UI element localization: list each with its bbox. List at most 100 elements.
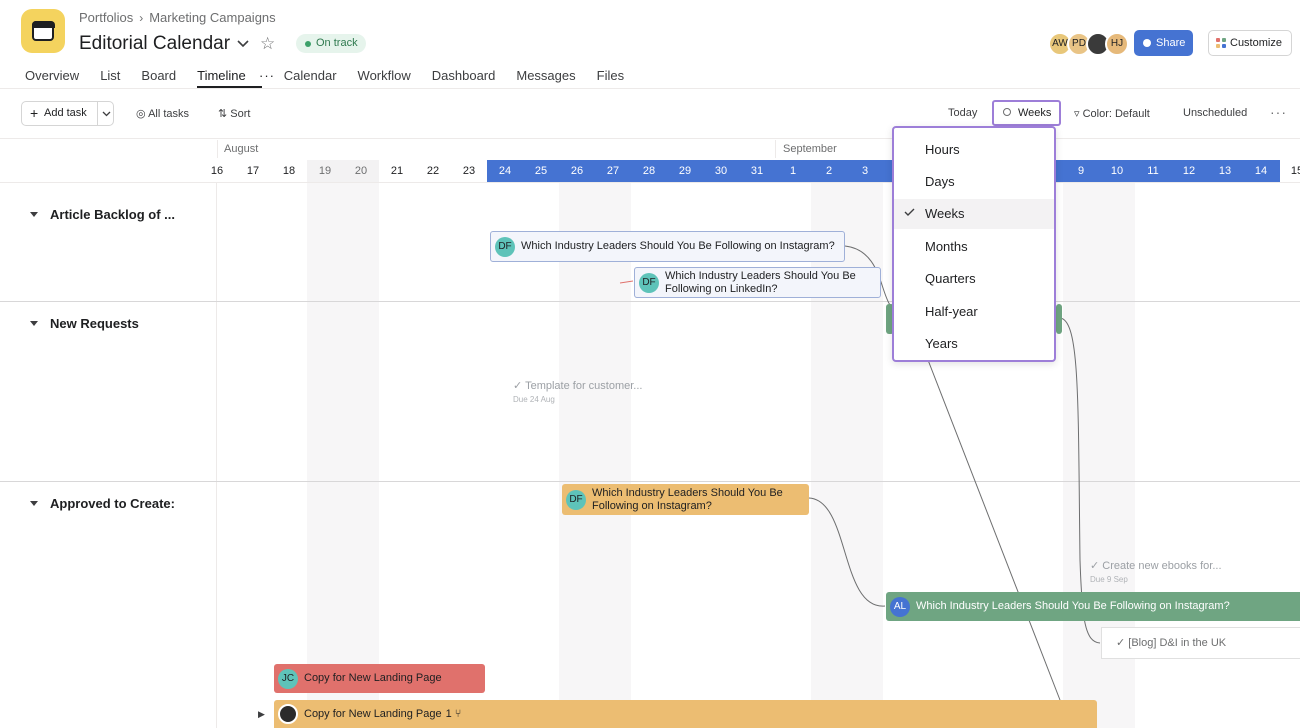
all-tasks-filter[interactable]: ◎ All tasks — [136, 107, 189, 120]
month-label: August — [224, 143, 259, 155]
divider — [0, 88, 1300, 89]
color-button[interactable]: ▿ Color: Default — [1074, 107, 1150, 120]
unscheduled-button[interactable]: Unscheduled — [1183, 107, 1247, 119]
zoom-option-weeks[interactable]: Weeks — [894, 199, 1054, 229]
add-task-button[interactable]: + Add task — [21, 101, 114, 126]
member-avatars[interactable]: AW PD HJ — [1048, 32, 1129, 56]
avatar: DF — [639, 272, 659, 293]
day-label: 11 — [1147, 165, 1159, 177]
zoom-option-hours[interactable]: Hours — [894, 135, 1054, 165]
check-icon: ✓ — [1116, 637, 1126, 649]
checkmark-icon — [904, 208, 915, 216]
day-label: 31 — [750, 165, 764, 177]
task-bar[interactable]: AL Which Industry Leaders Should You Be … — [886, 592, 1300, 621]
task-card[interactable]: ✓ [Blog] D&I in the UK — [1101, 627, 1300, 659]
chevron-down-icon[interactable] — [236, 36, 250, 50]
zoom-icon — [1003, 108, 1011, 116]
avatar: JC — [278, 668, 298, 689]
breadcrumb-portfolios[interactable]: Portfolios — [79, 10, 133, 25]
avatar: DF — [566, 489, 586, 510]
day-label: 21 — [390, 165, 404, 177]
breadcrumb-project[interactable]: Marketing Campaigns — [149, 10, 275, 25]
add-task-label: Add task — [44, 107, 87, 119]
chevron-right-icon: › — [139, 10, 144, 25]
tab-files[interactable]: Files — [597, 68, 624, 88]
task-title: Which Industry Leaders Should You Be Fol… — [521, 240, 835, 252]
day-label: 14 — [1254, 165, 1268, 177]
task-title: Copy for New Landing Page — [304, 672, 442, 684]
day-label: 25 — [534, 165, 548, 177]
tab-calendar[interactable]: Calendar — [284, 68, 337, 88]
status-badge[interactable]: On track — [296, 34, 366, 53]
tab-overview[interactable]: Overview — [25, 68, 79, 88]
task-bar[interactable] — [1056, 304, 1062, 334]
zoom-option-quarters[interactable]: Quarters — [894, 264, 1054, 294]
calendar-icon — [31, 20, 55, 41]
zoom-option-half-year[interactable]: Half-year — [894, 297, 1054, 327]
check-icon: ✓ — [513, 380, 523, 392]
star-icon[interactable]: ☆ — [260, 34, 275, 54]
project-icon — [21, 9, 65, 53]
task-bar[interactable]: DF Which Industry Leaders Should You Be … — [562, 484, 809, 515]
unscheduled-task[interactable]: ✓ Create new ebooks for... Due 9 Sep — [1090, 559, 1222, 584]
sort-button[interactable]: ⇅ Sort — [218, 107, 250, 120]
divider — [0, 138, 1300, 139]
task-title: Which Industry Leaders Should You Be Fol… — [592, 486, 783, 512]
day-label: 29 — [678, 165, 692, 177]
month-label: September — [783, 143, 837, 155]
breadcrumb: Portfolios › Marketing Campaigns — [79, 10, 276, 25]
more-options-icon[interactable]: ··· — [1270, 104, 1287, 120]
day-label: 12 — [1182, 165, 1196, 177]
section-column — [0, 183, 217, 728]
day-label: 13 — [1218, 165, 1232, 177]
tab-dashboard[interactable]: Dashboard — [432, 68, 496, 88]
customize-button[interactable]: Customize — [1208, 30, 1292, 56]
day-label: 24 — [498, 165, 512, 177]
tab-board[interactable]: Board — [141, 68, 176, 88]
subtask-count: 1 — [445, 707, 452, 720]
due-date: Due 24 Aug — [513, 395, 555, 404]
tab-timeline[interactable]: Timeline — [197, 68, 262, 88]
section-header[interactable]: New Requests — [30, 316, 139, 331]
day-label: 9 — [1077, 165, 1085, 177]
avatar — [278, 704, 298, 724]
day-label: 16 — [210, 165, 224, 177]
due-date: Due 9 Sep — [1090, 575, 1128, 584]
tab-options-icon[interactable]: ··· — [259, 68, 275, 83]
avatar: AL — [890, 596, 910, 617]
check-circle-icon: ◎ — [136, 108, 146, 120]
day-label: 3 — [861, 165, 869, 177]
task-bar[interactable]: JC Copy for New Landing Page — [274, 664, 485, 693]
tab-list[interactable]: List — [100, 68, 120, 88]
section-header[interactable]: Article Backlog of ... — [30, 207, 175, 222]
expand-icon[interactable]: ▶ — [258, 709, 265, 720]
sort-icon: ⇅ — [218, 108, 228, 120]
task-title: Which Industry Leaders Should You Be Fol… — [916, 600, 1230, 612]
check-icon: ✓ — [1090, 560, 1100, 572]
tab-messages[interactable]: Messages — [516, 68, 575, 88]
zoom-option-years[interactable]: Years — [894, 329, 1054, 359]
zoom-option-days[interactable]: Days — [894, 167, 1054, 197]
avatar: DF — [495, 236, 515, 257]
day-label: 23 — [462, 165, 476, 177]
zoom-button[interactable]: Weeks — [992, 100, 1061, 126]
section-header[interactable]: Approved to Create: — [30, 496, 175, 511]
section-divider — [0, 301, 1300, 302]
task-bar[interactable]: DF Which Industry Leaders Should You Be … — [634, 267, 881, 298]
tab-workflow[interactable]: Workflow — [358, 68, 411, 88]
day-label: 2 — [825, 165, 833, 177]
grid-icon — [1216, 38, 1226, 48]
section-divider — [0, 481, 1300, 482]
task-bar[interactable]: Copy for New Landing Page 1 ⑂ — [274, 700, 1097, 728]
day-label: 26 — [570, 165, 584, 177]
unscheduled-task[interactable]: ✓ Template for customer... Due 24 Aug — [513, 379, 642, 404]
task-title: Copy for New Landing Page — [304, 707, 442, 720]
subtask-icon: ⑂ — [454, 707, 462, 720]
avatar[interactable]: HJ — [1105, 32, 1129, 56]
day-label: 18 — [282, 165, 296, 177]
zoom-option-months[interactable]: Months — [894, 232, 1054, 262]
today-button[interactable]: Today — [948, 107, 977, 119]
task-bar[interactable]: DF Which Industry Leaders Should You Be … — [490, 231, 845, 262]
share-button[interactable]: Share — [1134, 30, 1193, 56]
chevron-down-icon[interactable] — [102, 109, 111, 118]
